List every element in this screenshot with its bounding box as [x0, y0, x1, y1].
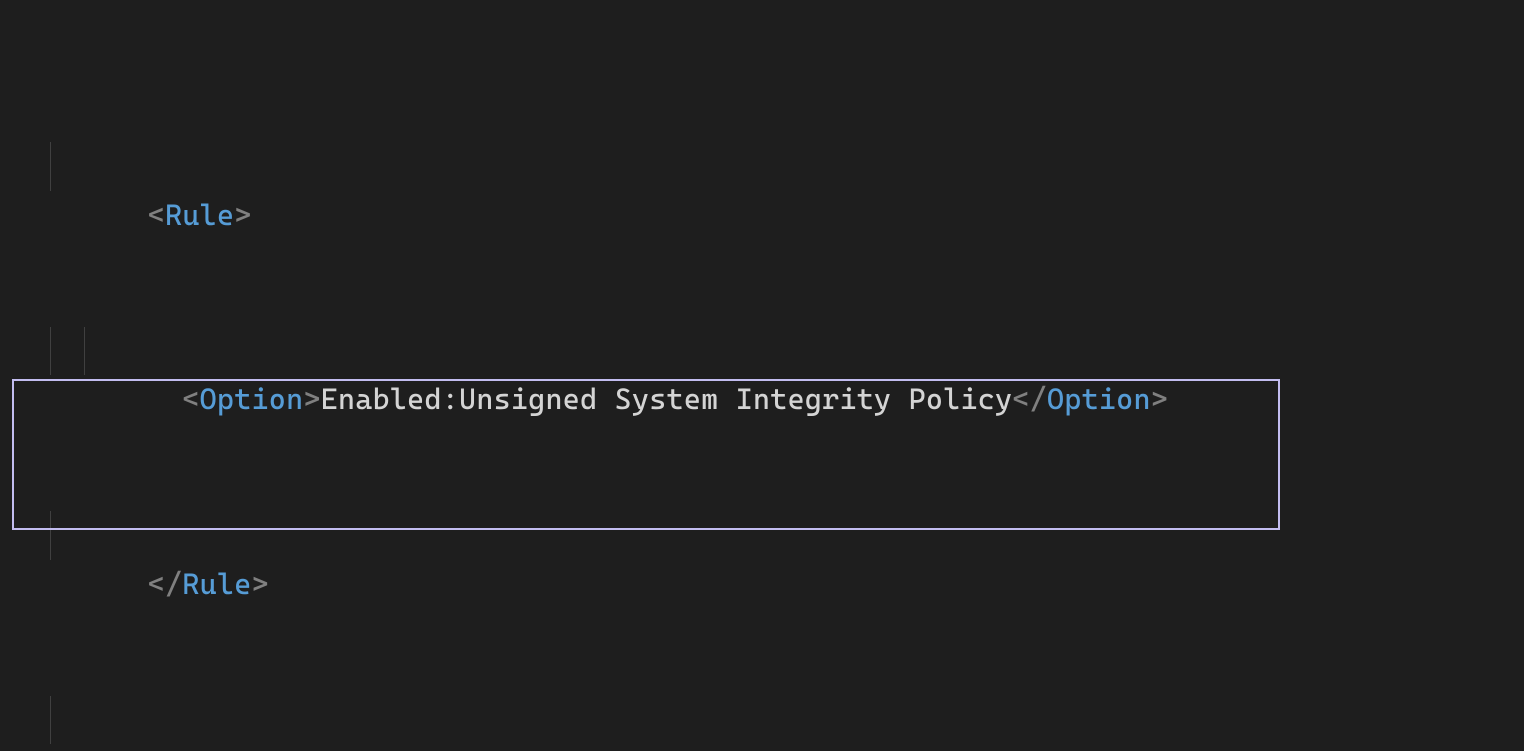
code-line: <Rule> [0, 696, 1524, 745]
xml-tag-option-close: Option [1047, 382, 1151, 416]
indent-guide [50, 696, 51, 745]
indent-guide [50, 327, 51, 376]
code-line: <Rule> [0, 142, 1524, 191]
xml-tag-rule-close: Rule [182, 567, 251, 601]
xml-tag-option: Option [200, 382, 304, 416]
xml-tag-rule-open: Rule [165, 198, 234, 232]
option-value: Enabled:Unsigned System Integrity Policy [321, 382, 1013, 416]
indent-guide [50, 511, 51, 560]
code-line: </Rule> [0, 511, 1524, 560]
indent-guide [50, 142, 51, 191]
indent-guide [84, 327, 85, 376]
code-line: <Option>Enabled:Unsigned System Integrit… [0, 327, 1524, 376]
code-editor[interactable]: <Rule> <Option>Enabled:Unsigned System I… [0, 0, 1524, 751]
